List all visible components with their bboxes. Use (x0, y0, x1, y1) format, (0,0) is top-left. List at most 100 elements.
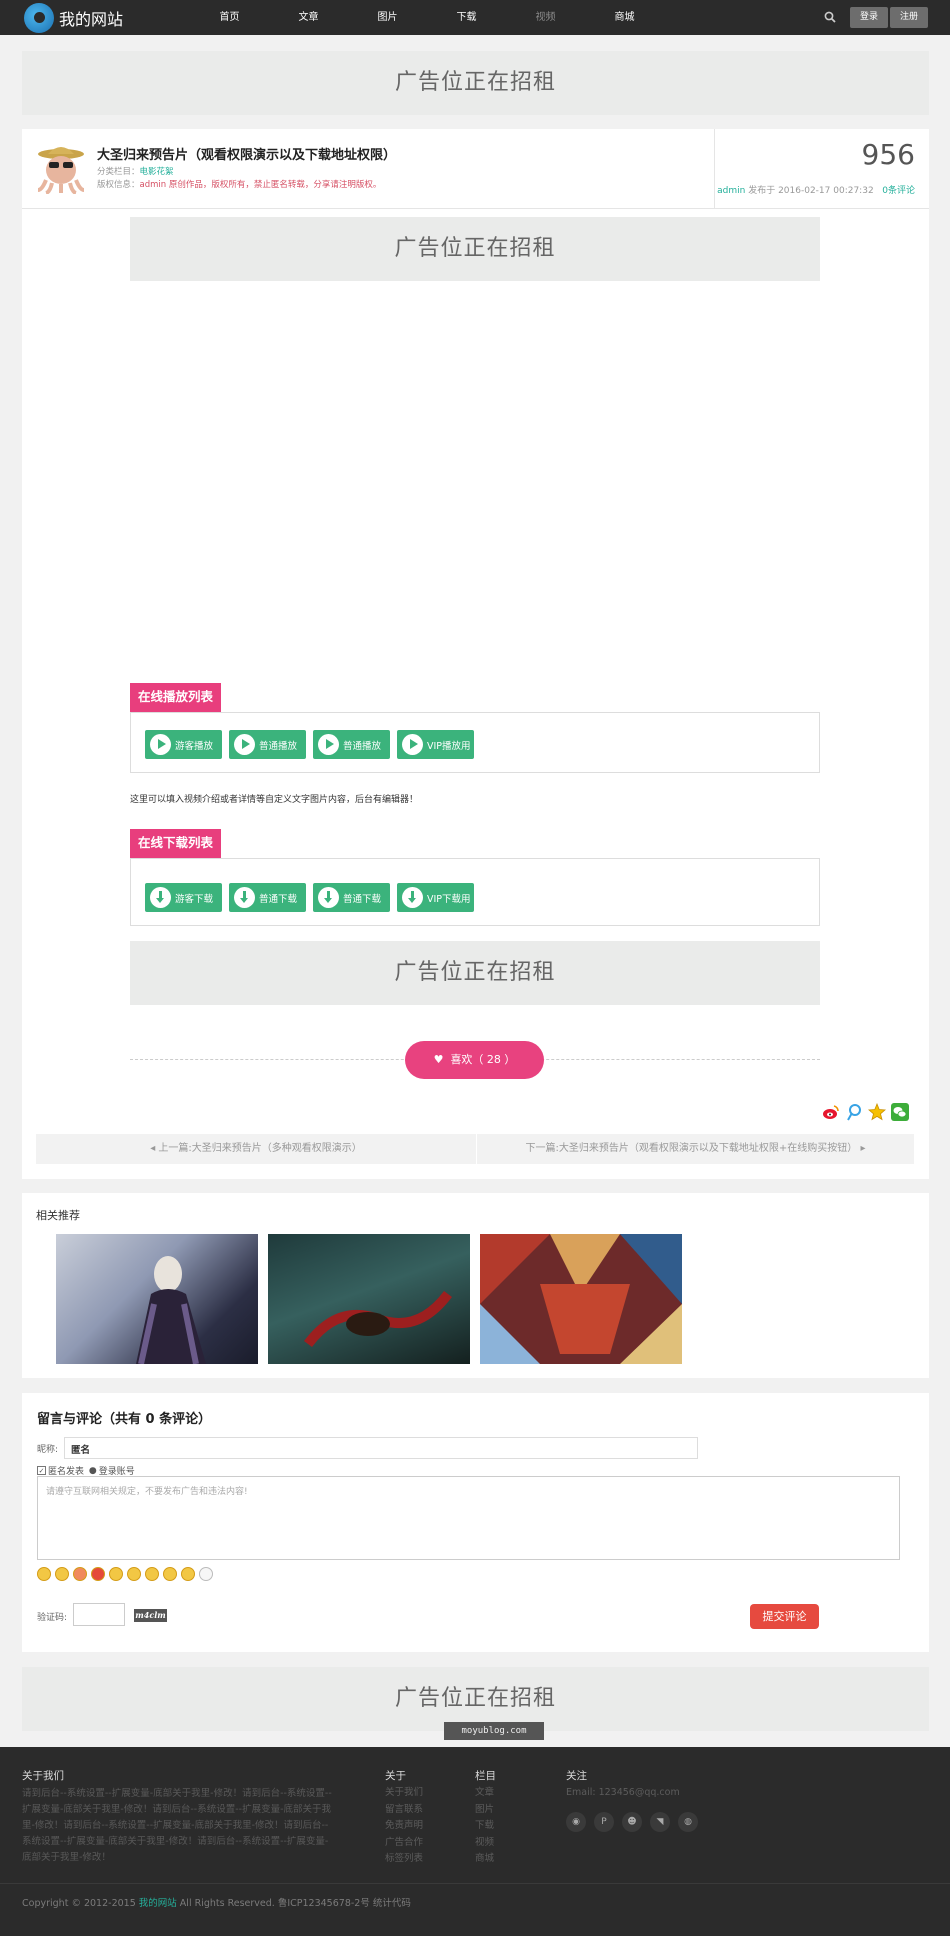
download-list-heading: 在线下载列表 (130, 829, 221, 858)
footer-divider (0, 1883, 950, 1884)
post-title: 大圣归来预告片（观看权限演示以及下载地址权限） (97, 148, 397, 163)
tencent-weibo-icon[interactable] (845, 1103, 863, 1121)
play-button-normal-2[interactable]: 普通播放 (313, 730, 390, 759)
login-button[interactable]: 登录 (850, 7, 888, 28)
copyright-text: 原创作品，版权所有，禁止匿名转载，分享请注明版权。 (168, 180, 382, 190)
related-thumb-3[interactable] (480, 1234, 682, 1364)
play-list-heading: 在线播放列表 (130, 683, 221, 712)
emoji-icon[interactable] (181, 1567, 195, 1581)
footer-link[interactable]: 关于我们 (385, 1785, 423, 1802)
prev-post-label: 上一篇:大圣归来预告片（多种观看权限演示） (158, 1143, 362, 1154)
download-button-vip[interactable]: VIP下载用 (397, 883, 474, 912)
download-button-normal-1[interactable]: 普通下载 (229, 883, 306, 912)
ad-banner-inline-1: 广告位正在招租 (130, 217, 820, 281)
captcha-input[interactable] (73, 1603, 125, 1626)
emoji-icon[interactable] (91, 1567, 105, 1581)
video-player[interactable] (130, 290, 820, 680)
emoji-icon[interactable] (73, 1567, 87, 1581)
footer-social-icons: ◉ P ☻ ◥ ◍ (566, 1812, 698, 1832)
next-post-label: 下一篇:大圣归来预告片（观看权限演示以及下载地址权限+在线购买按钮） (525, 1143, 858, 1154)
download-button-normal-2[interactable]: 普通下载 (313, 883, 390, 912)
emoji-icon[interactable] (109, 1567, 123, 1581)
weibo-icon[interactable] (822, 1103, 840, 1121)
tencent-weibo-icon[interactable]: P (594, 1812, 614, 1832)
author-link[interactable]: admin (717, 186, 745, 196)
search-icon[interactable] (824, 11, 836, 23)
footer-col2-title: 栏目 (475, 1770, 496, 1782)
related-thumb-2[interactable] (268, 1234, 470, 1364)
qq-icon[interactable]: ☻ (622, 1812, 642, 1832)
prev-post-link[interactable]: ◂ 上一篇:大圣归来预告片（多种观看权限演示） (36, 1134, 476, 1164)
copyright-user[interactable]: admin (140, 180, 167, 190)
register-button[interactable]: 注册 (890, 7, 928, 28)
emoji-icon[interactable] (55, 1567, 69, 1581)
comment-placeholder: 请遵守互联网相关规定，不要发布广告和违法内容! (46, 1487, 248, 1497)
captcha-image[interactable]: m4clm (134, 1609, 167, 1622)
play-label: 普通播放 (259, 740, 298, 752)
category-link[interactable]: 电影花絮 (140, 167, 174, 177)
related-thumb-1[interactable] (56, 1234, 258, 1364)
next-post-link[interactable]: 下一篇:大圣归来预告片（观看权限演示以及下载地址权限+在线购买按钮） ▸ (477, 1134, 914, 1164)
like-label: 喜欢（ 28 ） (450, 1053, 516, 1066)
comment-textarea[interactable]: 请遵守互联网相关规定，不要发布广告和违法内容! (37, 1476, 900, 1560)
footer-link[interactable]: 商城 (475, 1851, 494, 1868)
emoji-icon[interactable] (127, 1567, 141, 1581)
wechat-icon[interactable] (891, 1103, 909, 1121)
footer-about-title: 关于我们 (22, 1770, 64, 1782)
post-copyright: 版权信息：admin 原创作品，版权所有，禁止匿名转载，分享请注明版权。 (97, 178, 381, 190)
anonymous-checkbox[interactable]: ✓ (37, 1466, 46, 1475)
emoji-icon[interactable] (163, 1567, 177, 1581)
footer-col3-title: 关注 (566, 1770, 587, 1782)
footer-link[interactable]: 广告合作 (385, 1835, 423, 1852)
footer-link[interactable]: 标签列表 (385, 1851, 423, 1868)
user-icon: ● (86, 1465, 97, 1476)
like-button[interactable]: ♥ 喜欢（ 28 ） (405, 1041, 544, 1079)
nickname-input[interactable]: 匿名 (64, 1437, 698, 1459)
header-divider (22, 208, 929, 209)
download-icon (402, 887, 423, 908)
copyright-site-link[interactable]: 我的网站 (139, 1898, 177, 1909)
site-name: 我的网站 (59, 9, 124, 29)
comments-link[interactable]: 0条评论 (882, 186, 915, 196)
footer-link[interactable]: 下载 (475, 1818, 494, 1835)
post-category: 分类栏目：电影花絮 (97, 165, 174, 177)
related-heading: 相关推荐 (36, 1209, 80, 1222)
nav-item-home[interactable]: 首页 (190, 0, 269, 35)
footer-link[interactable]: 免责声明 (385, 1818, 423, 1835)
download-label: VIP下载用 (427, 893, 471, 905)
watermark-label: moyublog.com (444, 1722, 544, 1740)
nav-item-shop[interactable]: 商城 (585, 0, 664, 35)
rss-icon[interactable]: ◥ (650, 1812, 670, 1832)
nickname-label: 昵称: (37, 1445, 59, 1455)
heart-icon: ♥ (433, 1053, 444, 1066)
wechat-icon[interactable]: ◍ (678, 1812, 698, 1832)
play-icon (402, 734, 423, 755)
weibo-icon[interactable]: ◉ (566, 1812, 586, 1832)
copyright-prefix: Copyright © 2012-2015 (22, 1898, 139, 1909)
play-button-vip[interactable]: VIP播放用 (397, 730, 474, 759)
emoji-icon[interactable] (199, 1567, 213, 1581)
footer-about-text: 请到后台--系统设置--扩展变量-底部关于我里-修改！请到后台--系统设置--扩… (22, 1788, 332, 1863)
captcha-label: 验证码: (37, 1613, 68, 1623)
play-icon (234, 734, 255, 755)
footer-link[interactable]: 视频 (475, 1835, 494, 1852)
play-label: 普通播放 (343, 740, 382, 752)
publish-date: 发布于 2016-02-17 00:27:32 (748, 186, 874, 196)
nav-item-downloads[interactable]: 下载 (427, 0, 506, 35)
nav-item-images[interactable]: 图片 (348, 0, 427, 35)
favorite-star-icon[interactable] (868, 1103, 886, 1121)
footer-link[interactable]: 文章 (475, 1785, 494, 1802)
view-count: 956 (861, 138, 915, 171)
site-logo[interactable]: 我的网站 (24, 2, 124, 33)
play-label: 游客播放 (175, 740, 214, 752)
footer-link[interactable]: 留言联系 (385, 1802, 423, 1819)
play-button-normal-1[interactable]: 普通播放 (229, 730, 306, 759)
nav-item-video[interactable]: 视频 (506, 0, 585, 35)
emoji-icon[interactable] (145, 1567, 159, 1581)
play-button-guest[interactable]: 游客播放 (145, 730, 222, 759)
download-button-guest[interactable]: 游客下载 (145, 883, 222, 912)
submit-comment-button[interactable]: 提交评论 (750, 1604, 819, 1629)
emoji-icon[interactable] (37, 1567, 51, 1581)
nav-item-articles[interactable]: 文章 (269, 0, 348, 35)
footer-link[interactable]: 图片 (475, 1802, 494, 1819)
